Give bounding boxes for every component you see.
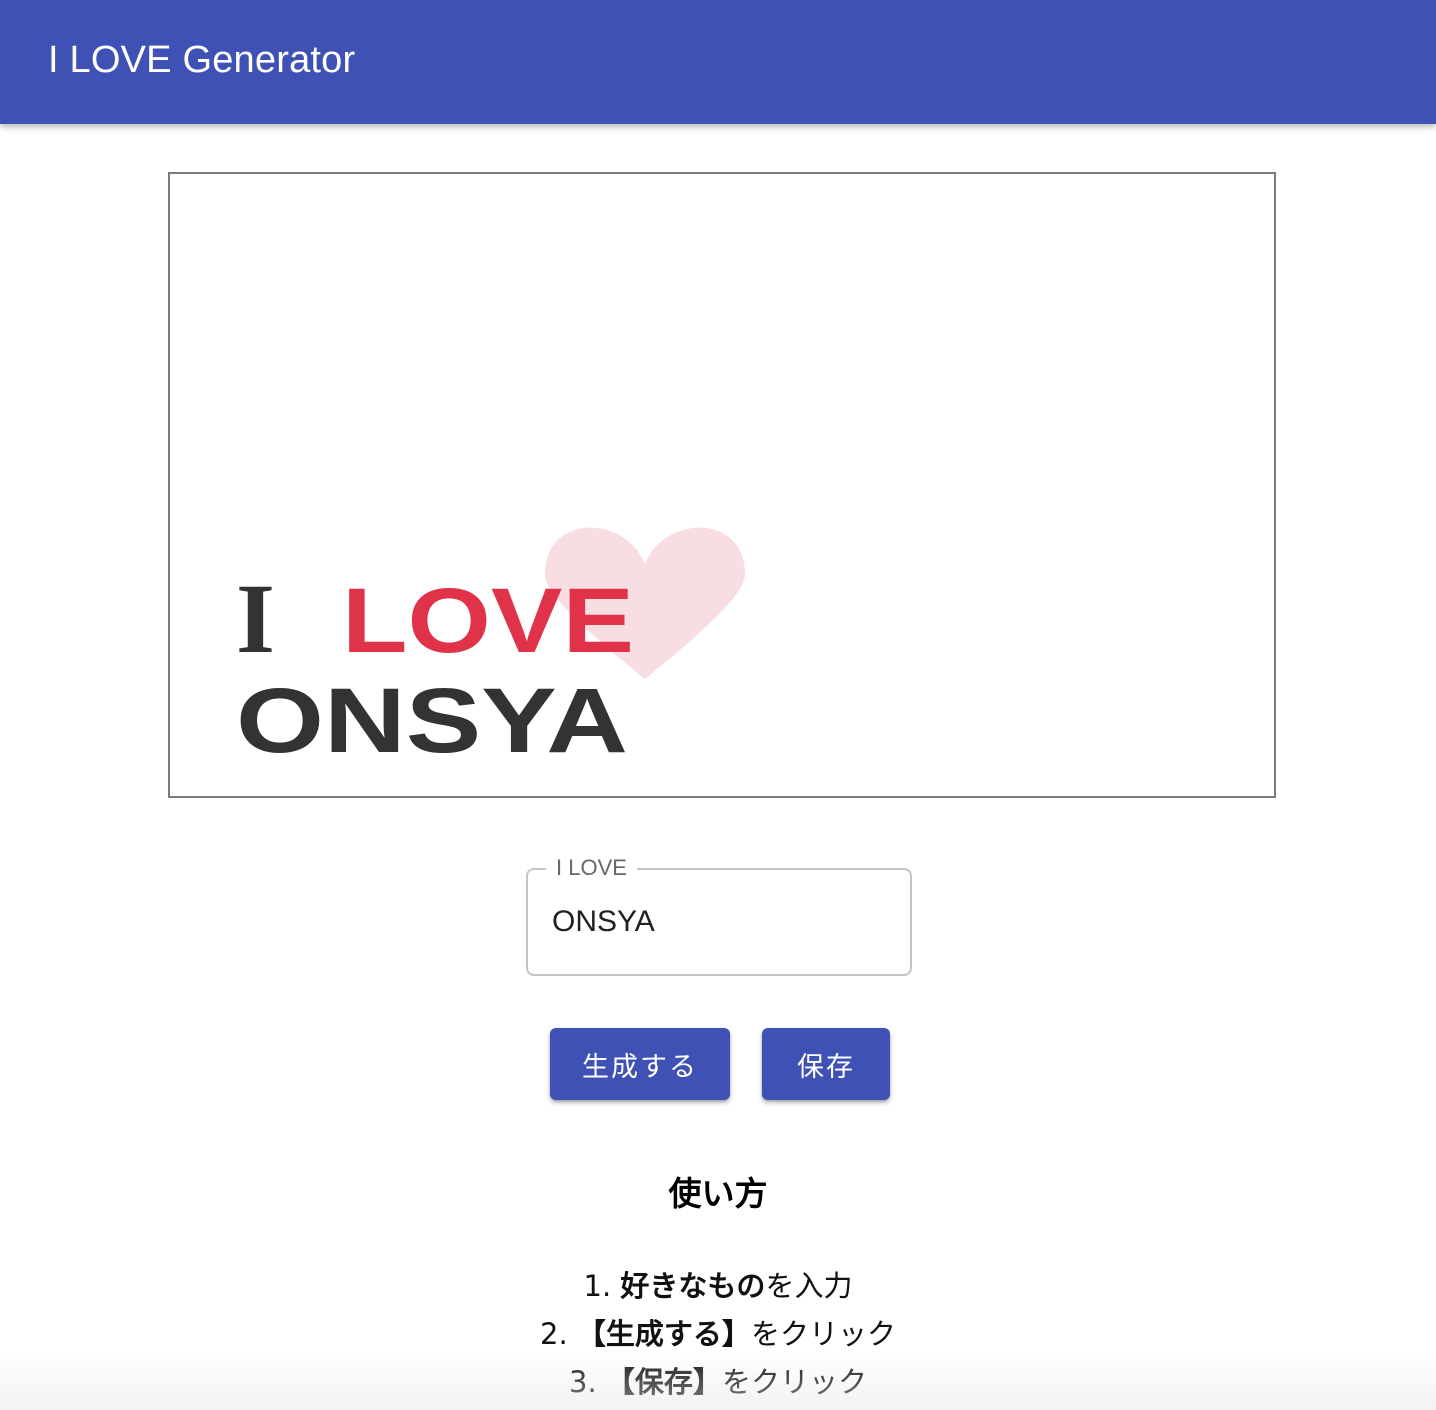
howto-step: 3. 【保存】をクリック [0, 1358, 1436, 1406]
howto-step-number: 3. [569, 1365, 597, 1399]
howto-title: 使い方 [668, 1174, 768, 1213]
howto-step-text: をクリック [721, 1365, 867, 1399]
howto-step-text: をクリック [750, 1317, 896, 1351]
preview-word-i: I [236, 563, 275, 674]
howto-step-bold: 【生成する】 [576, 1317, 751, 1351]
i-love-field: I LOVE [526, 854, 912, 976]
preview-canvas: I LOVE ONSYA [168, 172, 1276, 798]
save-button[interactable]: 保存 [762, 1028, 890, 1100]
app-title: I LOVE Generator [48, 39, 356, 81]
howto-step-number: 2. [540, 1317, 568, 1351]
howto-step: 2. 【生成する】をクリック [0, 1310, 1436, 1358]
howto-step-number: 1. [583, 1269, 612, 1303]
howto-step-bold: 【保存】 [605, 1365, 722, 1399]
app-bar: I LOVE Generator [0, 0, 1436, 124]
generate-button[interactable]: 生成する [550, 1028, 730, 1100]
preview-image: I LOVE ONSYA [236, 527, 745, 772]
howto-step: 1. 好きなものを入力 [0, 1262, 1436, 1310]
preview-subject: ONSYA [236, 670, 628, 772]
howto-step-text: を入力 [765, 1269, 853, 1303]
i-love-field-label: I LOVE [546, 854, 637, 882]
preview-word-love: LOVE [342, 570, 634, 672]
i-love-input[interactable] [552, 902, 882, 942]
howto-steps: 1. 好きなものを入力 2. 【生成する】をクリック 3. 【保存】をクリック [0, 1262, 1436, 1406]
howto-step-bold: 好きなもの [620, 1269, 766, 1303]
